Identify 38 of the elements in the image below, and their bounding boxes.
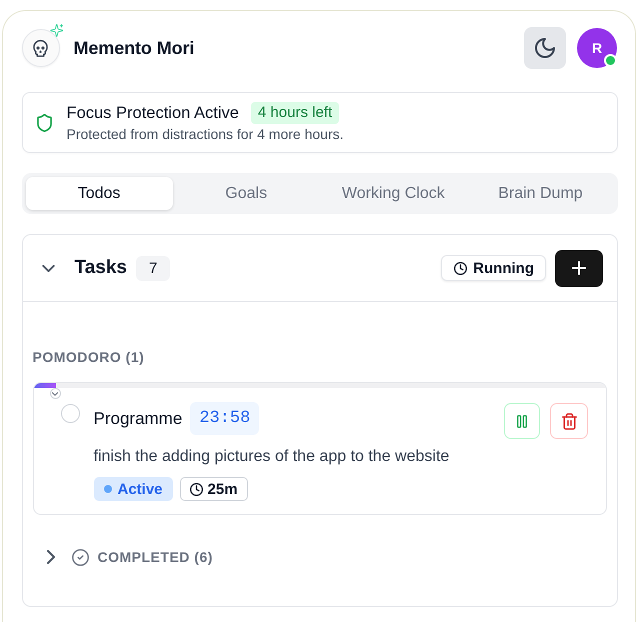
tab[interactable]: Working Clock — [320, 177, 467, 210]
user-avatar[interactable]: R — [577, 28, 617, 68]
check-circle-icon — [72, 548, 88, 566]
clock-icon — [190, 482, 203, 496]
banner-title: Focus Protection Active — [66, 103, 239, 123]
tab[interactable]: Brain Dump — [466, 177, 614, 210]
skull-logo-icon — [22, 29, 60, 67]
pause-button[interactable] — [504, 403, 540, 439]
status-dot-icon — [104, 485, 112, 493]
chevron-down-icon — [52, 392, 58, 396]
countdown-timer: 23:58 — [190, 402, 260, 435]
clock-icon — [454, 262, 468, 274]
task-count-badge: 7 — [136, 256, 170, 280]
panel-title: Tasks — [74, 257, 127, 279]
banner-subtitle: Protected from distractions for 4 more hours. — [66, 126, 344, 143]
tab[interactable]: Todos — [26, 177, 173, 210]
task-checkbox[interactable] — [60, 404, 80, 423]
duration-badge: 25m — [180, 477, 248, 501]
running-filter-button[interactable]: Running — [441, 255, 546, 281]
plus-icon — [572, 261, 586, 275]
theme-toggle-button[interactable] — [524, 27, 566, 69]
time-left-badge: 4 hours left — [250, 102, 340, 124]
moon-icon — [535, 38, 555, 58]
collapse-toggle[interactable] — [50, 388, 60, 399]
task-title: Programme — [94, 408, 182, 428]
section-heading: POMODORO (1) — [32, 348, 146, 367]
chevron-down-icon — [42, 264, 55, 272]
trash-icon — [562, 412, 576, 430]
tab[interactable]: Goals — [172, 177, 320, 210]
shield-icon — [36, 114, 52, 132]
completed-section-toggle[interactable]: COMPLETED (6) — [46, 545, 213, 569]
app-title: Memento Mori — [74, 38, 194, 58]
status-badge: Active — [94, 477, 173, 501]
add-task-button[interactable] — [555, 250, 603, 286]
task-description: finish the adding pictures of the app to the website — [94, 447, 450, 467]
delete-button[interactable] — [550, 403, 588, 439]
sparkle-icon — [50, 24, 64, 37]
pause-icon — [517, 414, 527, 428]
